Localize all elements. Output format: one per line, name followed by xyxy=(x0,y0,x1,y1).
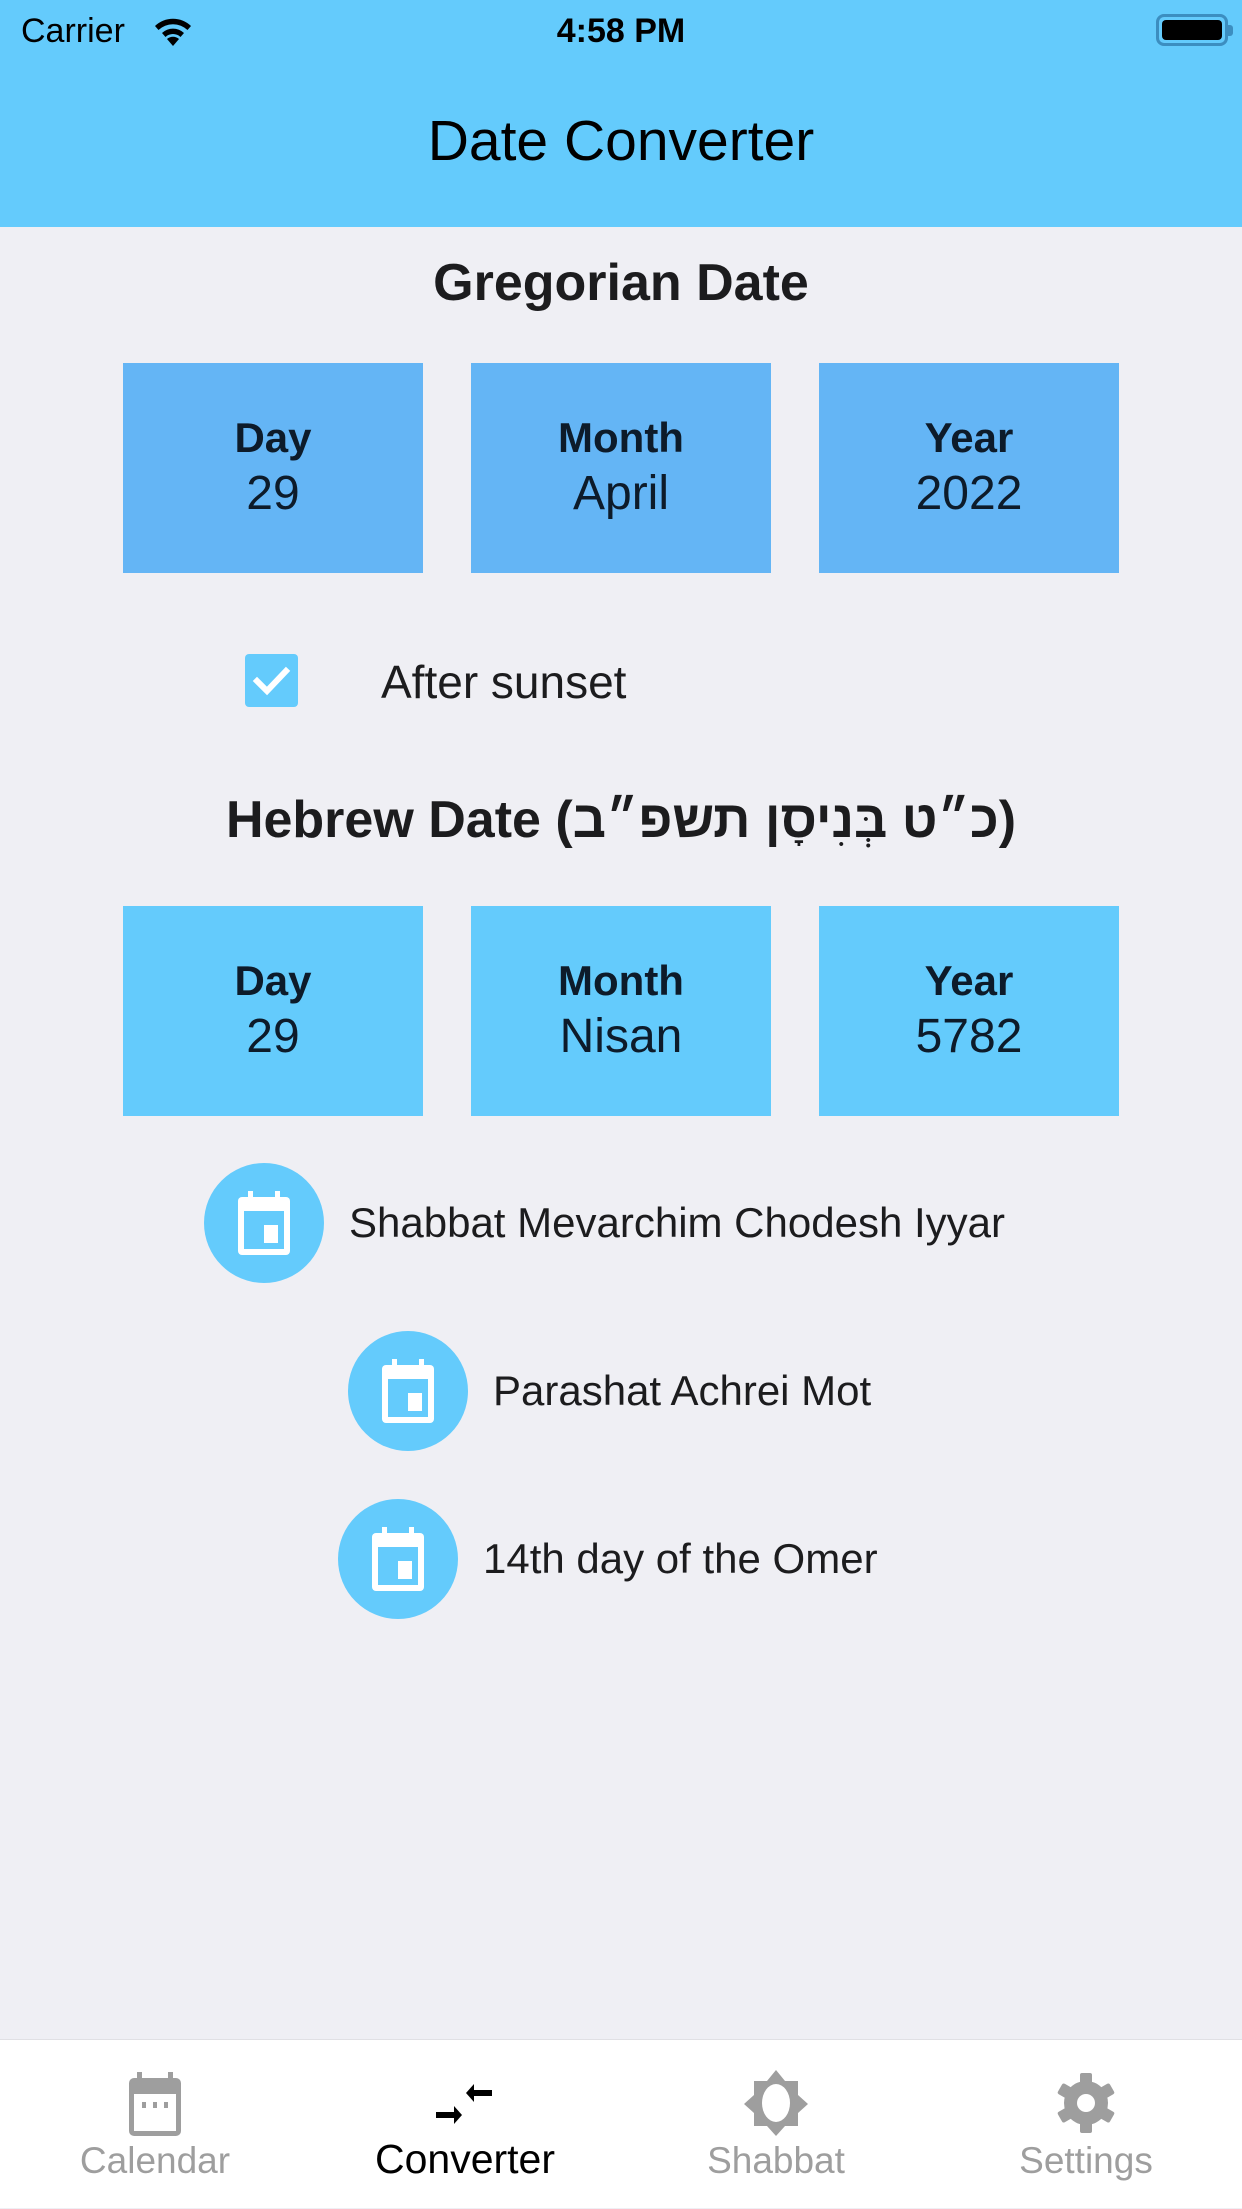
day-value: 29 xyxy=(246,467,300,520)
gregorian-date-title: Gregorian Date xyxy=(433,254,809,312)
gregorian-year-picker[interactable]: Year 2022 xyxy=(819,363,1119,573)
gregorian-day-picker[interactable]: Day 29 xyxy=(123,363,423,573)
after-sunset-label[interactable]: After sunset xyxy=(381,654,626,710)
day-value: 29 xyxy=(246,1010,300,1063)
converter-arrows-icon xyxy=(436,2084,492,2124)
tab-label: Settings xyxy=(1019,2140,1153,2181)
tab-calendar[interactable]: Calendar xyxy=(0,2040,310,2209)
tab-label: Calendar xyxy=(79,2140,231,2181)
year-value: 2022 xyxy=(915,467,1023,520)
clock: 4:58 PM xyxy=(556,12,686,50)
day-label: Day xyxy=(234,957,312,1004)
event-item: Parashat Achrei Mot xyxy=(348,1331,871,1451)
month-label: Month xyxy=(558,414,684,461)
tab-label: Shabbat xyxy=(707,2140,845,2181)
event-text: 14th day of the Omer xyxy=(483,1535,878,1582)
hebrew-year-picker[interactable]: Year 5782 xyxy=(819,906,1119,1116)
tab-label: Converter xyxy=(374,2136,555,2182)
after-sunset-checkbox[interactable] xyxy=(245,654,298,707)
page-title: Date Converter xyxy=(427,109,815,173)
calendar-icon xyxy=(129,2072,181,2136)
calendar-icon xyxy=(348,1331,468,1451)
calendar-icon xyxy=(338,1499,458,1619)
event-item: Shabbat Mevarchim Chodesh Iyyar xyxy=(204,1163,1005,1283)
event-text: Shabbat Mevarchim Chodesh Iyyar xyxy=(349,1199,1005,1246)
month-value: April xyxy=(572,467,670,520)
tab-bar: Calendar Converter Shabbat Settings xyxy=(0,2039,1242,2208)
year-value: 5782 xyxy=(915,1010,1023,1063)
tab-converter[interactable]: Converter xyxy=(310,2040,620,2209)
battery-icon xyxy=(1156,14,1233,46)
gear-icon xyxy=(1057,2073,1115,2133)
event-item: 14th day of the Omer xyxy=(338,1499,878,1619)
calendar-icon xyxy=(204,1163,324,1283)
checkmark-icon xyxy=(252,666,291,696)
year-label: Year xyxy=(924,957,1014,1004)
gregorian-month-picker[interactable]: Month April xyxy=(471,363,771,573)
navigation-header: Carrier 4:58 PM Date Converter xyxy=(0,0,1242,227)
hebrew-day-picker[interactable]: Day 29 xyxy=(123,906,423,1116)
tab-settings[interactable]: Settings xyxy=(931,2040,1241,2209)
event-text: Parashat Achrei Mot xyxy=(493,1367,872,1414)
month-value: Nisan xyxy=(559,1010,683,1063)
month-label: Month xyxy=(558,957,684,1004)
year-label: Year xyxy=(924,414,1014,461)
day-label: Day xyxy=(234,414,312,461)
hebrew-month-picker[interactable]: Month Nisan xyxy=(471,906,771,1116)
tab-shabbat[interactable]: Shabbat xyxy=(621,2040,931,2209)
sun-icon xyxy=(744,2070,808,2136)
status-bar: Carrier 4:58 PM xyxy=(0,0,1242,60)
hebrew-date-title: Hebrew Date (כ״ט בְּנִיסָן תשפ״ב) xyxy=(225,791,1017,849)
